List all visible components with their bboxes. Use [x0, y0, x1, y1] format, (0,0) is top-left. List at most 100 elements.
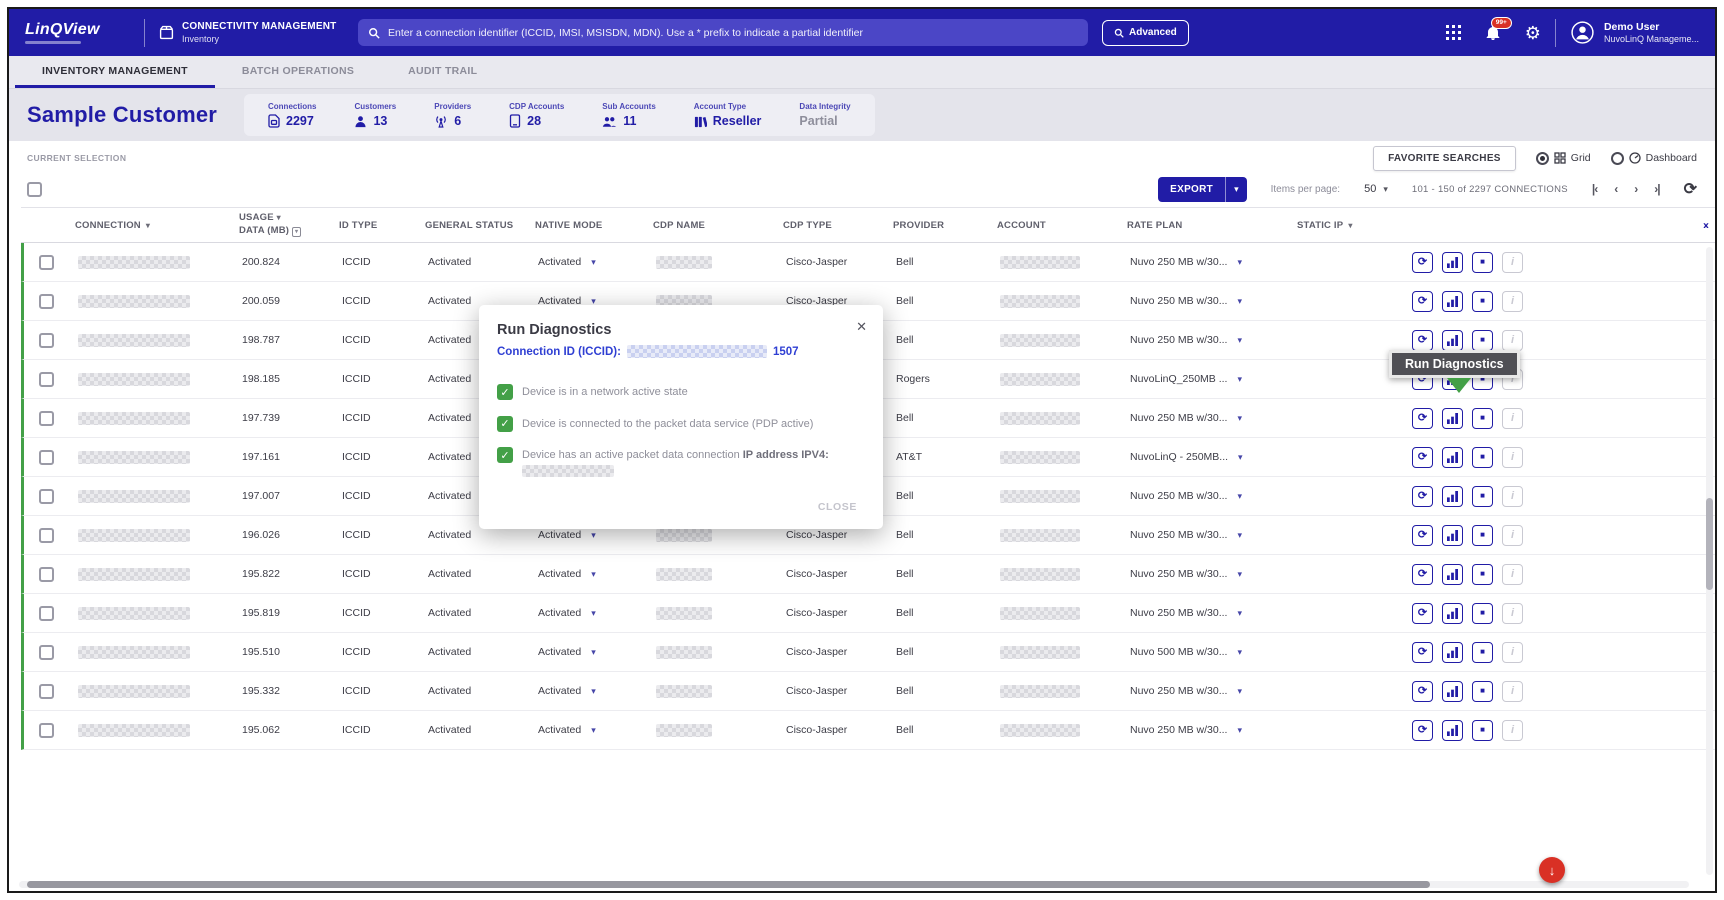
run-diagnostics-button[interactable] — [1442, 252, 1463, 273]
row-checkbox[interactable] — [39, 567, 54, 582]
run-diagnostics-button[interactable] — [1442, 447, 1463, 468]
rate-plan-select[interactable]: Nuvo 250 MB w/30... ▾ — [1120, 724, 1290, 736]
rate-plan-select[interactable]: Nuvo 250 MB w/30... ▾ — [1120, 685, 1290, 697]
native-mode-select[interactable]: Activated ▾ — [528, 529, 646, 541]
tab-inventory-management[interactable]: INVENTORY MANAGEMENT — [15, 56, 215, 88]
select-all-checkbox[interactable] — [27, 182, 42, 197]
prev-page-button[interactable]: ‹ — [1614, 182, 1617, 196]
column-header-usage[interactable]: USAGE ▾ DATA (MB) ▾ — [229, 212, 329, 238]
deactivate-button[interactable]: ■ — [1472, 408, 1493, 429]
export-dropdown-caret[interactable]: ▾ — [1225, 177, 1247, 202]
filter-icon[interactable]: ▾ — [292, 227, 301, 237]
refresh-connection-button[interactable]: ⟳ — [1412, 720, 1433, 741]
deactivate-button[interactable]: ■ — [1472, 252, 1493, 273]
run-diagnostics-button[interactable] — [1442, 486, 1463, 507]
last-page-button[interactable]: ›| — [1654, 182, 1659, 196]
horizontal-scrollbar-thumb[interactable] — [27, 881, 1430, 888]
deactivate-button[interactable]: ■ — [1472, 720, 1493, 741]
deactivate-button[interactable]: ■ — [1472, 291, 1493, 312]
native-mode-select[interactable]: Activated ▾ — [528, 607, 646, 619]
row-checkbox[interactable] — [39, 723, 54, 738]
row-checkbox[interactable] — [39, 684, 54, 699]
deactivate-button[interactable]: ■ — [1472, 603, 1493, 624]
export-button[interactable]: EXPORT ▾ — [1158, 177, 1246, 202]
first-page-button[interactable]: |‹ — [1592, 182, 1597, 196]
refresh-connection-button[interactable]: ⟳ — [1412, 330, 1433, 351]
refresh-connection-button[interactable]: ⟳ — [1412, 252, 1433, 273]
tab-audit-trail[interactable]: AUDIT TRAIL — [381, 56, 504, 88]
deactivate-button[interactable]: ■ — [1472, 525, 1493, 546]
native-mode-select[interactable]: Activated ▾ — [528, 685, 646, 697]
view-dashboard-radio[interactable]: Dashboard — [1611, 152, 1697, 165]
refresh-connection-button[interactable]: ⟳ — [1412, 291, 1433, 312]
search-input[interactable] — [388, 27, 1078, 39]
rate-plan-select[interactable]: Nuvo 250 MB w/30... ▾ — [1120, 607, 1290, 619]
run-diagnostics-button[interactable] — [1442, 564, 1463, 585]
run-diagnostics-button[interactable] — [1442, 330, 1463, 351]
rate-plan-select[interactable]: Nuvo 250 MB w/30... ▾ — [1120, 256, 1290, 268]
deactivate-button[interactable]: ■ — [1472, 447, 1493, 468]
rate-plan-select[interactable]: Nuvo 250 MB w/30... ▾ — [1120, 490, 1290, 502]
rate-plan-select[interactable]: NuvoLinQ - 250MB... ▾ — [1120, 451, 1290, 463]
search-bar[interactable] — [358, 19, 1088, 46]
next-page-button[interactable]: › — [1634, 182, 1637, 196]
scroll-down-fab[interactable]: ↓ — [1539, 857, 1565, 883]
run-diagnostics-button[interactable] — [1442, 525, 1463, 546]
native-mode-select[interactable]: Activated ▾ — [528, 256, 646, 268]
row-checkbox[interactable] — [39, 372, 54, 387]
refresh-connection-button[interactable]: ⟳ — [1412, 564, 1433, 585]
items-per-page-select[interactable]: 50 ▾ — [1364, 183, 1388, 195]
row-checkbox[interactable] — [39, 645, 54, 660]
deactivate-button[interactable]: ■ — [1472, 642, 1493, 663]
deactivate-button[interactable]: ■ — [1472, 564, 1493, 585]
rate-plan-select[interactable]: Nuvo 250 MB w/30... ▾ — [1120, 295, 1290, 307]
native-mode-select[interactable]: Activated ▾ — [528, 568, 646, 580]
native-mode-select[interactable]: Activated ▾ — [528, 646, 646, 658]
run-diagnostics-button[interactable] — [1442, 291, 1463, 312]
row-checkbox[interactable] — [39, 294, 54, 309]
row-checkbox[interactable] — [39, 411, 54, 426]
row-checkbox[interactable] — [39, 450, 54, 465]
run-diagnostics-button[interactable] — [1442, 681, 1463, 702]
rate-plan-select[interactable]: Nuvo 250 MB w/30... ▾ — [1120, 412, 1290, 424]
notifications-bell-icon[interactable]: 99+ — [1485, 25, 1501, 41]
apps-grid-icon[interactable] — [1446, 25, 1461, 40]
advanced-search-button[interactable]: Advanced — [1102, 20, 1189, 46]
user-menu[interactable]: Demo User NuvoLinQ Manageme... — [1570, 20, 1699, 45]
rate-plan-select[interactable]: Nuvo 250 MB w/30... ▾ — [1120, 529, 1290, 541]
row-checkbox[interactable] — [39, 606, 54, 621]
rate-plan-select[interactable]: NuvoLinQ_250MB ... ▾ — [1120, 373, 1290, 385]
rate-plan-select[interactable]: Nuvo 250 MB w/30... ▾ — [1120, 568, 1290, 580]
rate-plan-select[interactable]: Nuvo 250 MB w/30... ▾ — [1120, 334, 1290, 346]
row-checkbox[interactable] — [39, 255, 54, 270]
column-header-connection[interactable]: CONNECTION▾ — [65, 220, 229, 231]
collapse-columns-icon[interactable]: ›‹ — [1703, 218, 1707, 232]
row-checkbox[interactable] — [39, 333, 54, 348]
refresh-connection-button[interactable]: ⟳ — [1412, 603, 1433, 624]
vertical-scrollbar-thumb[interactable] — [1706, 498, 1713, 590]
close-icon[interactable]: ✕ — [856, 319, 867, 335]
deactivate-button[interactable]: ■ — [1472, 486, 1493, 507]
run-diagnostics-button[interactable] — [1442, 603, 1463, 624]
refresh-connection-button[interactable]: ⟳ — [1412, 525, 1433, 546]
favorite-searches-button[interactable]: FAVORITE SEARCHES — [1373, 146, 1516, 171]
deactivate-button[interactable]: ■ — [1472, 681, 1493, 702]
row-checkbox[interactable] — [39, 489, 54, 504]
refresh-connection-button[interactable]: ⟳ — [1412, 408, 1433, 429]
view-grid-radio[interactable]: Grid — [1536, 152, 1591, 165]
run-diagnostics-button[interactable] — [1442, 720, 1463, 741]
deactivate-button[interactable]: ■ — [1472, 330, 1493, 351]
refresh-connection-button[interactable]: ⟳ — [1412, 681, 1433, 702]
refresh-connection-button[interactable]: ⟳ — [1412, 642, 1433, 663]
refresh-connection-button[interactable]: ⟳ — [1412, 447, 1433, 468]
rate-plan-select[interactable]: Nuvo 500 MB w/30... ▾ — [1120, 646, 1290, 658]
tab-batch-operations[interactable]: BATCH OPERATIONS — [215, 56, 381, 88]
refresh-icon[interactable]: ⟳ — [1684, 179, 1697, 199]
run-diagnostics-button[interactable] — [1442, 408, 1463, 429]
column-header-static_ip[interactable]: STATIC IP▾ — [1287, 220, 1399, 231]
refresh-connection-button[interactable]: ⟳ — [1412, 486, 1433, 507]
settings-gear-icon[interactable]: ⚙ — [1525, 24, 1541, 42]
native-mode-select[interactable]: Activated ▾ — [528, 724, 646, 736]
row-checkbox[interactable] — [39, 528, 54, 543]
run-diagnostics-button[interactable] — [1442, 642, 1463, 663]
